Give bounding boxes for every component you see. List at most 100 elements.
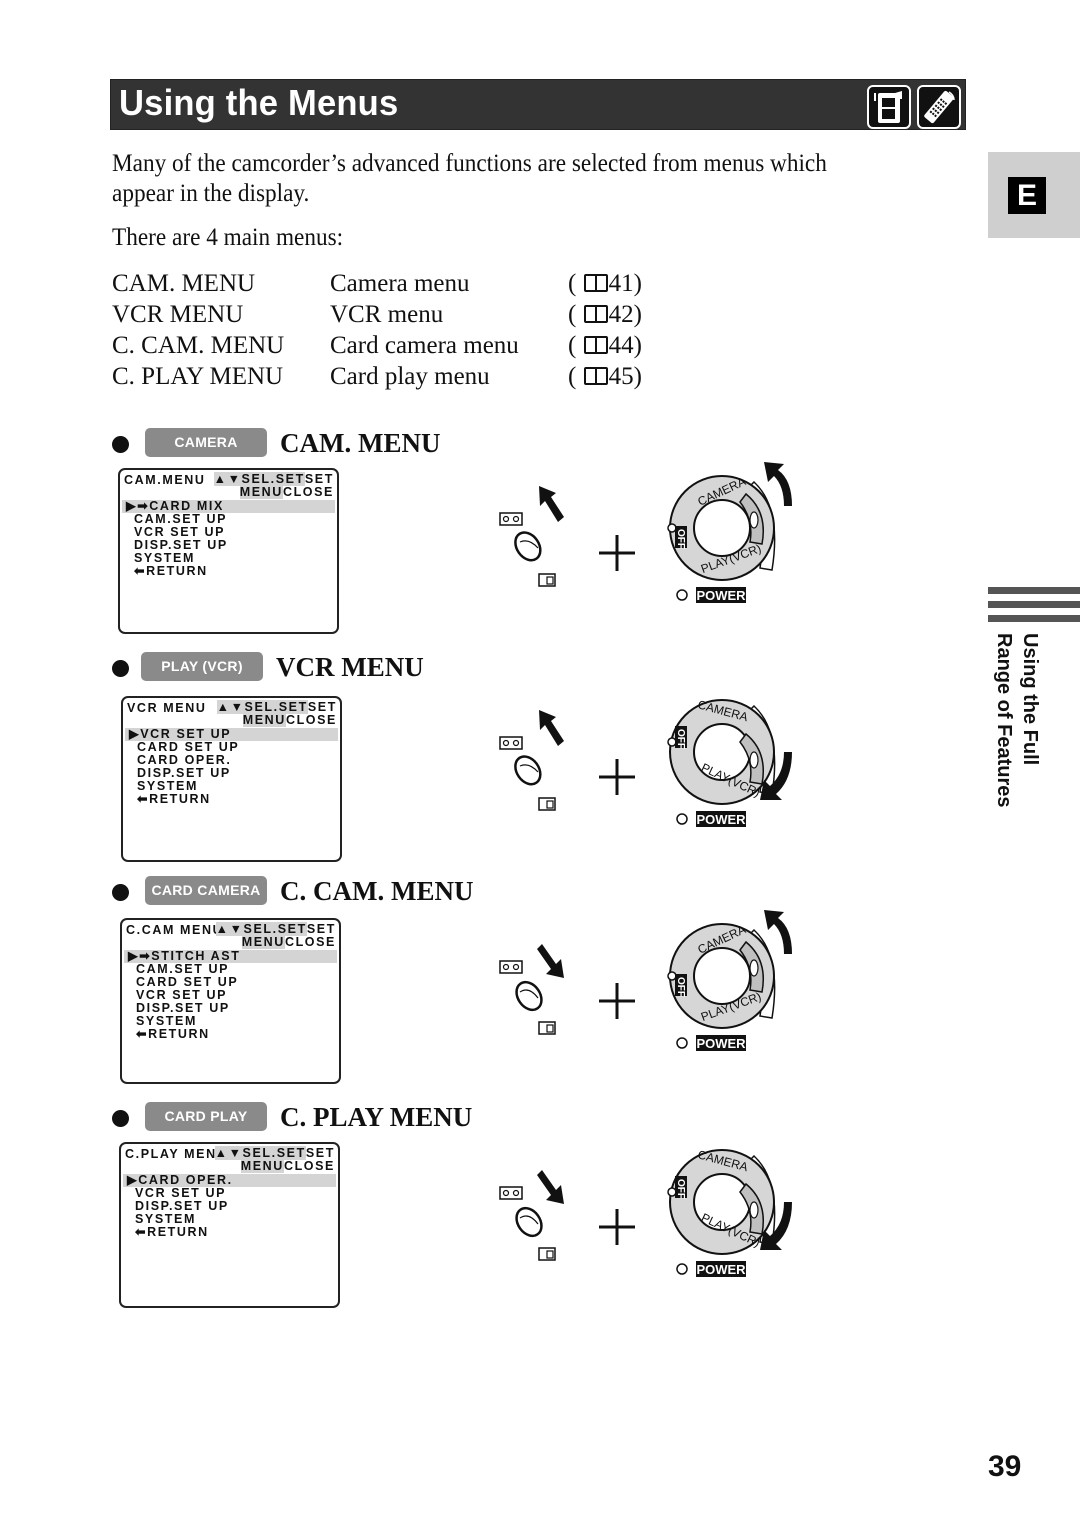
screen-menu-title: VCR MENU [127,701,207,715]
menu-description: VCR menu [330,301,444,328]
hint-select: ▲▼SEL. [213,472,276,486]
svg-text:OFF: OFF [675,1179,686,1199]
screen-hint: ▲▼SEL.SETSET MENUCLOSE [215,922,336,949]
menu-description: Card camera menu [330,332,519,359]
ref-open: ( [568,332,577,359]
hint-set-key: SET [277,922,307,936]
section-title: C. CAM. MENU [280,876,474,906]
slide-up-arrow [539,710,564,746]
power-dial-icon: CAMERA OFF PLAY(VCR) POWER [667,910,792,1051]
hint-close: CLOSE [283,1159,335,1173]
power-dial-icon: CAMERA OFF PLAY(VCR) POWER [667,1147,792,1277]
svg-text:OFF: OFF [675,977,686,997]
page-reference: ( 44) [568,332,642,360]
menu-screen: CAM.MENU ▲▼SEL.SETSET MENUCLOSE ▶➡CARD MIX C… [118,468,339,634]
menu-section: PLAY (VCR) VCR MENU VCR MENU ▲▼SEL.SETSET ME… [112,652,832,862]
intro-line-1: Many of the camcorder’s advanced functio… [112,150,827,177]
screen-menu-item: ⬅RETURN [136,1027,210,1041]
page-reference: ( 41) [568,270,642,298]
hint-select: ▲▼SEL. [214,1146,277,1160]
mode-badge: CARD CAMERA [145,876,267,905]
switch-and-dial-illustration: CAMERA OFF PLAY(VCR) POWER [492,458,822,608]
plus-sign [599,983,635,1019]
section-title: C. PLAY MENU [280,1102,473,1132]
screen-menu-items: ▶VCR SET UP CARD SET UP CARD OPER. DISP.SET… [125,728,338,806]
hint-set: SET [304,472,334,486]
remote-control-icon [917,85,961,129]
hint-line-2: MENUCLOSE [215,1159,335,1173]
ref-page: 41) [608,270,642,297]
hint-select: ▲▼SEL. [215,922,278,936]
page-reference: ( 42) [568,301,642,329]
ref-page: 45) [608,363,642,390]
menu-name: CAM. MENU [112,270,256,297]
hint-set-key: SET [275,472,305,486]
ref-open: ( [568,301,577,328]
chapter-title-line-1: Using the Full [1019,633,1041,766]
screen-menu-item: ⬅RETURN [134,564,208,578]
page-reference: ( 45) [568,363,642,391]
menu-name: C. PLAY MENU [112,363,284,390]
plus-sign [599,535,635,571]
hint-select: ▲▼SEL. [216,700,279,714]
plus-sign [599,1209,635,1245]
svg-text:OFF: OFF [675,529,686,549]
mode-badge: CARD PLAY (VCR) [145,1102,267,1153]
svg-text:POWER: POWER [696,812,746,827]
svg-text:OFF: OFF [675,729,686,749]
section-title: CAM. MENU [280,428,441,458]
menu-section: CARD PLAY (VCR) C. PLAY MENU C.PLAY MENU▲▼… [112,1102,832,1312]
menu-screen: C.PLAY MENU ▲▼SEL.SETSET MENUCLOSE ▶CARD OP… [119,1142,340,1308]
switch-and-dial-illustration: CAMERA OFF PLAY(VCR) POWER [492,682,822,832]
page-title-bar: Using the Menus [110,79,966,130]
menu-name: VCR MENU [112,301,244,328]
chapter-tab-bars [988,587,1080,629]
book-icon [583,336,608,354]
divider [988,615,1080,622]
bullet-icon [112,436,129,453]
divider [988,587,1080,594]
ref-open: ( [568,270,577,297]
menu-screen: VCR MENU ▲▼SEL.SETSET MENUCLOSE ▶VCR SET UP… [121,696,342,862]
hint-close: CLOSE [282,485,334,499]
menu-section: CARD CAMERA C. CAM. MENU C.CAM MENU ▲▼SEL.S… [112,876,832,1086]
chapter-tab-label: Using the Full Range of Features [987,633,1043,807]
hint-line-2: MENUCLOSE [216,935,336,949]
screen-menu-title: C.PLAY MENU [125,1147,228,1161]
book-icon [583,274,608,292]
screen-menu-item: ⬅RETURN [135,1225,209,1239]
language-letter: E [1008,177,1046,214]
menus-count-text: There are 4 main menus: [112,224,344,251]
bullet-icon [112,1110,129,1127]
ref-page: 42) [608,301,642,328]
hint-line-2: MENUCLOSE [214,485,334,499]
slide-up-arrow [539,486,564,522]
hint-set: SET [305,1146,335,1160]
switch-and-dial-illustration: CAMERA OFF PLAY(VCR) POWER [492,1132,822,1282]
power-dial-icon: CAMERA OFF PLAY(VCR) POWER [667,462,792,603]
hint-set-key: SET [276,1146,306,1160]
screen-menu-title: C.CAM MENU [126,923,224,937]
bullet-icon [112,660,129,677]
page-title: Using the Menus [119,82,399,123]
slide-switch-icon [499,710,564,811]
menu-section: CAMERA CAM. MENU CAM.MENU ▲▼SEL.SETSET MENUC… [112,428,832,638]
intro-line-2: appear in the display. [112,180,310,207]
language-tab: E [988,152,1080,238]
svg-text:POWER: POWER [696,1262,746,1277]
slide-switch-icon [499,944,564,1035]
menu-screen: C.CAM MENU ▲▼SEL.SETSET MENUCLOSE ▶➡STITCH … [120,918,341,1084]
svg-text:POWER: POWER [696,1036,746,1051]
hint-set: SET [307,700,337,714]
screen-menu-item: ⬅RETURN [137,792,211,806]
page-number: 39 [988,1450,1022,1483]
screen-hint: ▲▼SEL.SETSET MENUCLOSE [214,1146,335,1173]
power-dial-icon: CAMERA OFF PLAY(VCR) POWER [667,697,792,827]
screen-hint: ▲▼SEL.SETSET MENUCLOSE [213,472,334,499]
hint-line-2: MENUCLOSE [217,713,337,727]
slide-down-arrow [537,944,564,978]
rotate-ccw-arrow [764,910,792,954]
menu-description: Card play menu [330,363,490,390]
slide-switch-icon [499,486,564,587]
hint-menu-key: MENU [240,1159,284,1173]
